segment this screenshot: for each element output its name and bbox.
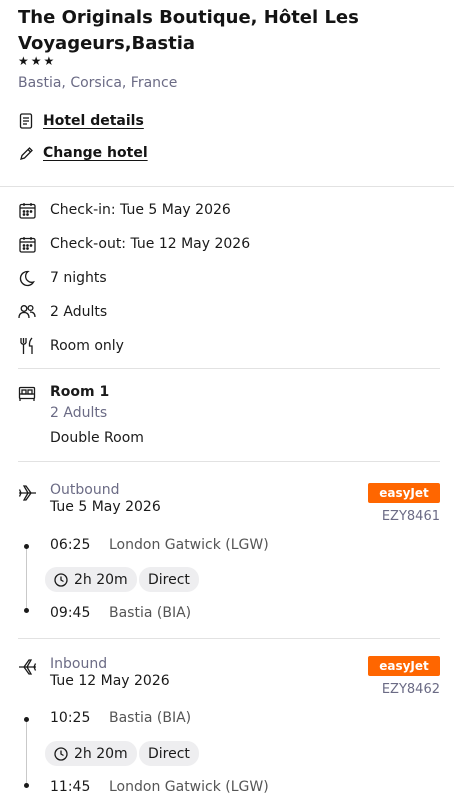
- duration-pill: 2h 20m: [45, 741, 137, 766]
- outbound-depart-airport: London Gatwick (LGW): [109, 537, 269, 553]
- calendar-icon: [18, 201, 36, 219]
- nights-text: 7 nights: [50, 270, 107, 286]
- inbound-depart-airport: Bastia (BIA): [109, 710, 192, 726]
- check-out-row: Check-out: Tue 12 May 2026: [18, 234, 250, 254]
- hotel-location: Bastia, Corsica, France: [18, 75, 178, 91]
- outbound-date: Tue 5 May 2026: [50, 499, 161, 515]
- board-text: Room only: [50, 338, 124, 354]
- moon-icon: [18, 269, 36, 287]
- inbound-label: Inbound: [50, 656, 108, 672]
- departure-dot: [24, 544, 29, 549]
- inbound-depart-time: 10:25: [50, 710, 91, 726]
- timeline-line: [26, 546, 27, 610]
- cutlery-icon: [18, 337, 36, 355]
- inbound-flight-number: EZY8462: [381, 682, 440, 697]
- star-rating: ★★★: [18, 54, 57, 68]
- change-hotel-label: Change hotel: [43, 145, 148, 161]
- hotel-details-label: Hotel details: [43, 113, 144, 129]
- inbound-date: Tue 12 May 2026: [50, 673, 170, 689]
- guests-text: 2 Adults: [50, 304, 108, 320]
- nights-row: 7 nights: [18, 268, 107, 288]
- outbound-label: Outbound: [50, 482, 120, 498]
- outbound-flight-number: EZY8461: [381, 509, 440, 524]
- section-divider: [18, 368, 440, 369]
- pencil-icon: [18, 145, 34, 161]
- plane-departure-icon: [18, 484, 36, 502]
- stops-pill: Direct: [139, 741, 199, 766]
- hotel-name: The Originals Boutique, Hôtel Les Voyage…: [18, 7, 359, 54]
- check-out-text: Check-out: Tue 12 May 2026: [50, 236, 251, 252]
- room-adults: 2 Adults: [50, 405, 108, 421]
- guests-row: 2 Adults: [18, 302, 107, 322]
- hotel-details-link[interactable]: Hotel details: [18, 113, 144, 129]
- clock-icon: [54, 746, 68, 761]
- stops-pill: Direct: [139, 567, 199, 592]
- duration-text: 2h 20m: [74, 571, 128, 588]
- section-divider: [18, 638, 440, 639]
- people-icon: [18, 303, 36, 321]
- section-divider: [18, 461, 440, 462]
- timeline-line: [26, 719, 27, 785]
- duration-pill: 2h 20m: [45, 567, 137, 592]
- duration-text: 2h 20m: [74, 745, 128, 762]
- stops-text: Direct: [148, 571, 190, 588]
- check-in-text: Check-in: Tue 5 May 2026: [50, 202, 231, 218]
- board-row: Room only: [18, 336, 124, 356]
- arrival-dot: [24, 608, 29, 613]
- change-hotel-link[interactable]: Change hotel: [18, 145, 148, 161]
- bed-icon: [18, 386, 36, 404]
- stops-text: Direct: [148, 745, 190, 762]
- easyjet-logo: easyJet: [368, 483, 440, 503]
- room-type: Double Room: [50, 430, 144, 446]
- outbound-arrive-airport: Bastia (BIA): [109, 605, 192, 621]
- inbound-arrive-airport: London Gatwick (LGW): [109, 779, 269, 795]
- calendar-icon: [18, 235, 36, 253]
- room-title: Room 1: [50, 384, 110, 400]
- plane-arrival-icon: [18, 658, 37, 676]
- clock-icon: [54, 572, 68, 587]
- section-divider: [0, 186, 454, 187]
- easyjet-logo: easyJet: [368, 656, 440, 676]
- arrival-dot: [24, 783, 29, 788]
- departure-dot: [24, 717, 29, 722]
- check-in-row: Check-in: Tue 5 May 2026: [18, 200, 231, 220]
- outbound-arrive-time: 09:45: [50, 605, 91, 621]
- outbound-depart-time: 06:25: [50, 537, 91, 553]
- inbound-arrive-time: 11:45: [50, 779, 91, 795]
- document-icon: [18, 113, 34, 129]
